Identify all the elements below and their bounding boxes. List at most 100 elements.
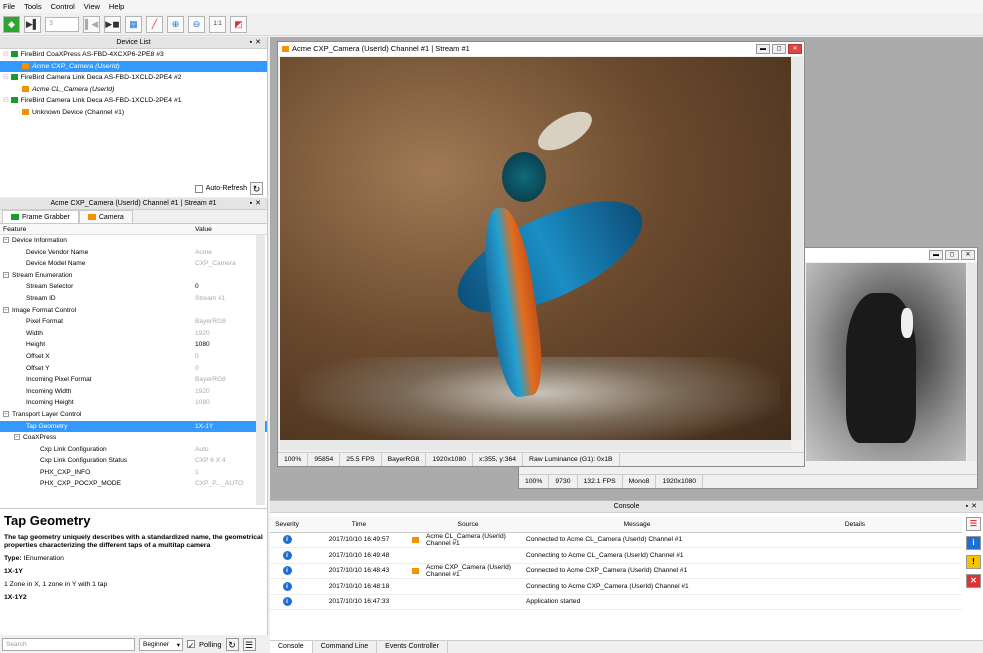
minimize-icon[interactable]: ▬ [929,250,943,260]
tree-item-board-1[interactable]: ⊟ FireBird Camera Link Deca AS-FBD-1XCLD… [0,95,267,107]
feature-value[interactable]: 1X-1Y [195,421,213,433]
feature-row[interactable]: − Transport Layer Control [0,409,267,421]
feature-row[interactable]: Offset X 0 [0,351,267,363]
tab-camera[interactable]: Camera [78,210,133,223]
frame-count-spinner[interactable]: 3 [45,16,79,32]
zoom-fit-icon[interactable]: 1:1 [209,15,226,33]
feature-row[interactable]: Incoming Width 1920 [0,386,267,398]
menu-view[interactable]: View [84,2,100,11]
feature-row[interactable]: Device Vendor Name Acme [0,247,267,259]
warning-filter-icon[interactable]: ! [966,555,981,569]
feature-value[interactable]: 0 [195,363,199,375]
feature-value[interactable]: 0 [195,351,199,363]
feature-value[interactable]: 1920 [195,386,210,398]
feature-row[interactable]: Stream ID Stream #1 [0,293,267,305]
feature-row[interactable]: − Device Information [0,235,267,247]
feature-value[interactable]: BayerRG8 [195,316,226,328]
feature-row[interactable]: Pixel Format BayerRG8 [0,316,267,328]
mono-scrollbar[interactable] [967,263,977,461]
zoom-out-icon[interactable]: ⊖ [188,15,205,33]
console-row[interactable]: i 2017/10/10 16:47:33 Application started [270,595,962,610]
image-window-color[interactable]: Acme CXP_Camera (UserId) Channel #1 | St… [277,41,805,467]
panel-controls-icon[interactable]: ▪✕ [966,501,980,513]
panel-controls-icon[interactable]: ▪✕ [250,198,264,210]
visibility-select[interactable]: Beginner ▾ [139,637,183,651]
auto-refresh-checkbox[interactable] [194,184,203,193]
image-window-titlebar[interactable]: Acme CXP_Camera (UserId) Channel #1 | St… [278,42,804,56]
tab-console[interactable]: Console [270,641,313,653]
feature-row[interactable]: Stream Selector 0 [0,281,267,293]
tab-frame-grabber[interactable]: Frame Grabber [2,210,79,223]
collapse-icon[interactable]: − [3,306,9,313]
feature-value[interactable]: 1920 [195,328,210,340]
menu-help[interactable]: Help [109,2,124,11]
feature-row[interactable]: Height 1080 [0,339,267,351]
feature-row[interactable]: Incoming Height 1080 [0,397,267,409]
search-input[interactable]: Search [2,637,135,651]
feature-value[interactable]: CXP 6 X 4 [195,455,226,467]
feature-row[interactable]: Width 1920 [0,328,267,340]
layout-icon[interactable]: ◩ [230,15,247,33]
maximize-icon[interactable]: ◻ [945,250,959,260]
list-view-icon[interactable]: ☰ [242,637,256,651]
feature-row[interactable]: Tap Geometry 1X-1Y [0,420,267,433]
clear-log-icon[interactable]: ☰ [966,517,981,531]
console-row[interactable]: i 2017/10/10 16:48:43 Acme CXP_Camera (Use… [270,564,962,579]
connect-icon[interactable]: ◆ [3,15,20,33]
feature-row[interactable]: PHX_CXP_INFO 1 [0,467,267,479]
menu-control[interactable]: Control [51,2,75,11]
console-row[interactable]: i 2017/10/10 16:49:57 Acme CL_Camera (User… [270,533,962,548]
collapse-icon[interactable]: − [3,411,9,418]
error-filter-icon[interactable]: ✕ [966,574,981,588]
panel-controls-icon[interactable]: ▪✕ [250,37,264,49]
col-feature[interactable]: Feature [0,226,26,233]
feature-row[interactable]: PHX_CXP_POCXP_MODE CXP_P..._AUTO [0,478,267,490]
record-icon[interactable]: ▶◼ [104,15,121,33]
feature-value[interactable]: CXP_P..._AUTO [195,478,243,490]
feature-value[interactable]: BayerRG8 [195,374,226,386]
col-severity[interactable]: Severity [270,521,304,528]
feature-value[interactable]: Acme [195,247,212,259]
collapse-icon[interactable]: − [14,434,20,441]
zoom-in-icon[interactable]: ⊕ [167,15,184,33]
feature-scrollbar[interactable] [256,235,265,505]
color-scrollbar-h[interactable] [280,440,791,450]
polling-checkbox[interactable]: ✓ [187,640,195,650]
menu-tools[interactable]: Tools [24,2,42,11]
play-icon[interactable]: ▶▌ [24,15,41,33]
maximize-icon[interactable]: ◻ [772,44,786,54]
feature-value[interactable]: 0 [195,281,199,293]
tree-item-board-3[interactable]: ⊟ FireBird CoaXPress AS-FBD-4XCXP6-2PE8 … [0,49,267,61]
col-value[interactable]: Value [195,224,212,235]
console-row[interactable]: i 2017/10/10 16:49:48 Connecting to Acme C… [270,548,962,564]
refresh-icon[interactable]: ↻ [250,182,263,195]
color-scrollbar-v[interactable] [791,57,803,440]
feature-value[interactable]: 1 [195,467,199,479]
tree-item-cl-camera[interactable]: Acme CL_Camera (UserId) [0,84,267,96]
feature-value[interactable]: Stream #1 [195,293,225,305]
tab-events-controller[interactable]: Events Controller [377,641,448,653]
tab-command-line[interactable]: Command Line [313,641,378,653]
feature-row[interactable]: − Image Format Control [0,305,267,317]
feature-row[interactable]: Device Model Name CXP_Camera [0,258,267,270]
close-icon[interactable]: ✕ [961,250,975,260]
tree-item-unknown[interactable]: Unknown Device (Channel #1) [0,107,267,119]
feature-row[interactable]: Offset Y 0 [0,363,267,375]
refresh-icon[interactable]: ↻ [225,637,239,651]
menu-file[interactable]: File [3,2,15,11]
feature-row[interactable]: − Stream Enumeration [0,270,267,282]
histogram-icon[interactable]: ▦ [125,15,142,33]
collapse-icon[interactable]: − [3,237,9,244]
feature-value[interactable]: 1080 [195,339,210,351]
console-row[interactable]: i 2017/10/10 16:48:18 Connecting to Acme C… [270,579,962,595]
col-details[interactable]: Details [748,521,962,528]
minimize-icon[interactable]: ▬ [756,44,770,54]
feature-row[interactable]: Cxp Link Configuration Auto [0,444,267,456]
step-icon[interactable]: ▌◀ [83,15,100,33]
feature-value[interactable]: CXP_Camera [195,258,236,270]
feature-value[interactable]: Auto [195,444,209,456]
info-filter-icon[interactable]: i [966,536,981,550]
feature-row[interactable]: − CoaXPress [0,432,267,444]
feature-value[interactable]: 1080 [195,397,210,409]
feature-row[interactable]: Cxp Link Configuration Status CXP 6 X 4 [0,455,267,467]
